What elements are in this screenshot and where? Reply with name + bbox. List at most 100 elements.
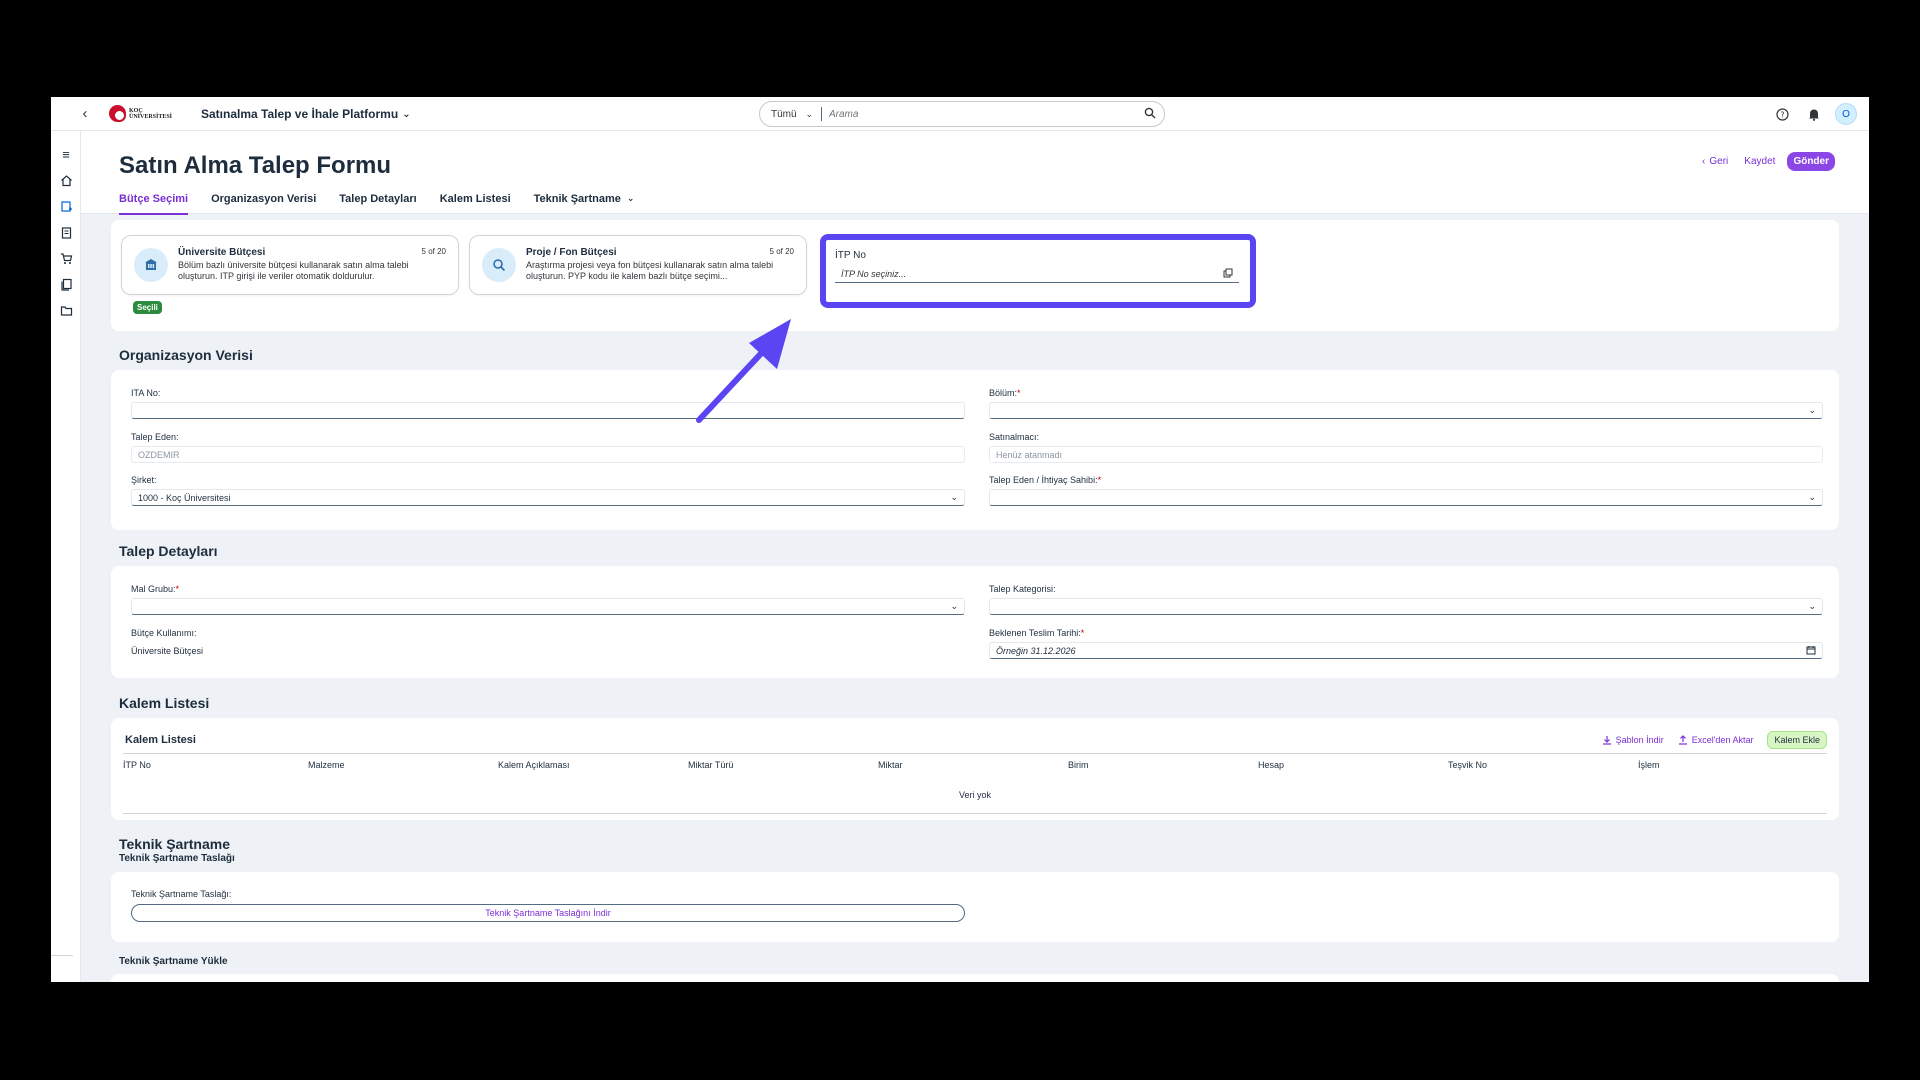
table-divider [123,813,1827,814]
mal-grubu-label-text: Mal Grubu: [131,584,176,594]
required-marker: * [1080,628,1085,638]
butce-kullanimi-value: Üniversite Bütçesi [131,646,204,656]
items-section: Kalem Listesi Şablon İndir Excel'den Akt… [111,718,1839,820]
user-avatar[interactable]: O [1835,103,1857,125]
tab-technical-spec-label: Teknik Şartname [533,193,621,205]
search-icon[interactable] [1136,107,1164,122]
column-header[interactable]: Miktar Türü [688,760,733,770]
header-actions: ‹ Geri Kaydet Gönder [1698,152,1835,171]
ihtiyac-sahibi-select[interactable]: ⌄ [989,489,1823,506]
value-help-icon[interactable] [1223,268,1233,281]
items-table-title: Kalem Listesi [125,734,196,746]
organization-section: ITA No: Bölüm:* ⌄ Talep Eden: OZDEMIR Sa… [111,370,1839,530]
excel-import-button[interactable]: Excel'den Aktar [1678,735,1753,745]
mal-grubu-select[interactable]: ⌄ [131,598,965,615]
logo-mark [109,105,126,122]
details-section: Mal Grubu:* ⌄ Talep Kategorisi: ⌄ Bütçe … [111,566,1839,678]
search-input[interactable] [822,108,1136,120]
svg-text:?: ? [1780,110,1784,119]
teslim-tarihi-label: Beklenen Teslim Tarihi:* [989,628,1084,638]
tab-organization[interactable]: Organizasyon Verisi [211,193,316,215]
selected-badge: Seçili [133,301,162,314]
chevron-down-icon: ⌄ [805,108,813,119]
tab-items[interactable]: Kalem Listesi [440,193,511,215]
spec-draft-subtitle: Teknik Şartname Taslağı [119,853,235,864]
app-window: ‹ KOÇ ÜNİVERSİTESİ Satınalma Talep ve İh… [51,97,1869,982]
nav-divider [51,955,73,956]
ita-field[interactable] [131,402,965,419]
cart-icon[interactable] [51,245,81,271]
menu-icon[interactable]: ≡ [51,141,81,167]
magnifier-icon [482,248,516,282]
column-header[interactable]: İTP No [123,760,151,770]
budget-card-count: 5 of 20 [769,247,794,256]
app-title: Satınalma Talep ve İhale Platformu [201,107,399,121]
talep-eden-field: OZDEMIR [131,446,965,463]
upload-icon [1678,735,1687,745]
kategori-select[interactable]: ⌄ [989,598,1823,615]
mal-grubu-label: Mal Grubu:* [131,584,179,594]
home-icon[interactable] [51,167,81,193]
tab-details[interactable]: Talep Detayları [339,193,416,215]
back-icon[interactable]: ‹ [77,106,93,122]
page-title: Satın Alma Talep Formu [119,152,392,179]
kategori-label: Talep Kategorisi: [989,584,1056,594]
chevron-down-icon: ⌄ [1808,492,1816,502]
side-navigation: ≡ [51,131,81,982]
page-header: Satın Alma Talep Formu ‹ Geri Kaydet Gön… [81,131,1869,215]
sirket-label: Şirket: [131,475,157,485]
items-toolbar: Şablon İndir Excel'den Aktar Kalem Ekle [1602,731,1827,749]
send-button[interactable]: Gönder [1787,152,1835,171]
documents-icon[interactable] [51,271,81,297]
bell-icon[interactable] [1803,103,1825,125]
chevron-down-icon: ⌄ [1808,405,1816,415]
download-spec-draft-button[interactable]: Teknik Şartname Taslağını İndir [131,904,965,922]
column-header[interactable]: Miktar [878,760,903,770]
download-template-button[interactable]: Şablon İndir [1602,735,1664,745]
ihtiyac-sahibi-label: Talep Eden / İhtiyaç Sahibi:* [989,475,1101,485]
column-header[interactable]: Teşvik No [1448,760,1487,770]
logo-line-2: ÜNİVERSİTESİ [129,113,173,120]
add-item-button[interactable]: Kalem Ekle [1767,731,1827,749]
itp-highlight-box: İTP No İTP No seçiniz... [820,234,1256,308]
download-template-label: Şablon İndir [1615,735,1664,745]
items-table-header: İTP No Malzeme Kalem Açıklaması Miktar T… [123,753,1827,775]
itp-input[interactable]: İTP No seçiniz... [835,266,1239,283]
column-header[interactable]: Kalem Açıklaması [498,760,570,770]
request-icon[interactable] [51,193,81,219]
sirket-select[interactable]: 1000 - Koç Üniversitesi ⌄ [131,489,965,506]
column-header[interactable]: Birim [1068,760,1089,770]
required-marker: * [1017,388,1021,398]
teslim-tarihi-label-text: Beklenen Teslim Tarihi: [989,628,1081,638]
chevron-down-icon: ⌄ [402,108,411,120]
clipboard-icon[interactable] [51,219,81,245]
help-icon[interactable]: ? [1771,103,1793,125]
tab-technical-spec[interactable]: Teknik Şartname ⌄ [534,193,635,215]
column-header[interactable]: Hesap [1258,760,1284,770]
column-header[interactable]: Malzeme [308,760,345,770]
bolum-label-text: Bölüm: [989,388,1018,398]
section-title-items: Kalem Listesi [119,695,210,711]
university-logo: KOÇ ÜNİVERSİTESİ [109,105,172,122]
search-scope-select[interactable]: Tümü ⌄ [760,107,822,121]
section-tabs: Bütçe Seçimi Organizasyon Verisi Talep D… [119,193,634,215]
logo-wordmark: KOÇ ÜNİVERSİTESİ [129,108,172,120]
ihtiyac-sahibi-label-text: Talep Eden / İhtiyaç Sahibi: [989,475,1098,485]
save-button[interactable]: Kaydet [1740,152,1779,171]
budget-card-title: Üniversite Bütçesi [178,247,266,258]
budget-card-university[interactable]: Üniversite Bütçesi 5 of 20 Bölüm bazlı ü… [121,235,459,295]
folder-icon[interactable] [51,297,81,323]
budget-card-project[interactable]: Proje / Fon Bütçesi 5 of 20 Araştırma pr… [469,235,807,295]
app-title-menu[interactable]: Satınalma Talep ve İhale Platformu ⌄ [201,107,411,121]
required-marker: * [1097,475,1102,485]
section-title-organization: Organizasyon Verisi [119,347,253,363]
teslim-tarihi-input[interactable]: Örneğin 31.12.2026 [989,642,1823,659]
back-button[interactable]: ‹ Geri [1698,152,1732,171]
chevron-down-icon: ⌄ [1808,601,1816,611]
satinalmaci-label: Satınalmacı: [989,432,1040,442]
calendar-icon[interactable] [1806,645,1816,657]
column-header[interactable]: İşlem [1638,760,1660,770]
bolum-select[interactable]: ⌄ [989,402,1823,419]
annotation-arrow [696,319,791,423]
tab-budget[interactable]: Bütçe Seçimi [119,193,189,215]
